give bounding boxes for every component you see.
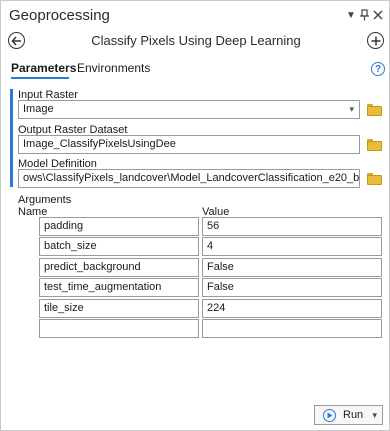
browse-folder-icon[interactable] <box>367 104 382 116</box>
argument-value-input[interactable]: False <box>202 258 382 277</box>
close-icon[interactable] <box>371 8 385 22</box>
pane-titlebar: Geoprocessing ▼ <box>1 1 390 31</box>
tool-title: Classify Pixels Using Deep Learning <box>91 33 301 48</box>
argument-value-input[interactable]: False <box>202 278 382 297</box>
pane-title: Geoprocessing <box>9 7 110 24</box>
argument-value-input[interactable]: 56 <box>202 217 382 236</box>
add-button[interactable] <box>367 32 384 49</box>
chevron-down-icon[interactable]: ▾ <box>372 410 377 421</box>
geoprocessing-pane: Geoprocessing ▼ Classify Pixels Using De… <box>0 0 390 431</box>
plus-icon <box>371 36 380 45</box>
browse-folder-icon[interactable] <box>367 173 382 185</box>
output-raster-value: Image_ClassifyPixelsUsingDee <box>23 138 176 150</box>
run-button[interactable]: Run ▾ <box>314 405 383 425</box>
input-raster-dropdown[interactable]: Image ▾ <box>18 100 360 119</box>
tab-environments[interactable]: Environments <box>77 61 150 75</box>
argument-value-input[interactable]: 4 <box>202 237 382 256</box>
required-params-bar <box>10 89 13 187</box>
tab-parameters[interactable]: Parameters <box>11 61 76 75</box>
pin-icon[interactable] <box>357 8 371 22</box>
output-raster-input[interactable]: Image_ClassifyPixelsUsingDee <box>18 135 360 154</box>
input-raster-value: Image <box>23 103 54 115</box>
argument-name-cell: batch_size <box>39 237 199 256</box>
model-definition-value: ows\ClassifyPixels_landcover\Model_Landc… <box>23 172 360 184</box>
argument-value-input[interactable]: 224 <box>202 299 382 318</box>
argument-name-cell: padding <box>39 217 199 236</box>
chevron-down-icon: ▾ <box>349 104 354 114</box>
back-button[interactable] <box>8 32 25 49</box>
arrow-left-icon <box>11 36 21 45</box>
argument-value-empty-cell[interactable] <box>202 319 382 338</box>
arguments-label: Arguments <box>18 194 72 206</box>
active-tab-indicator <box>11 77 69 79</box>
options-menu-icon[interactable]: ▼ <box>344 8 358 22</box>
tool-header: Classify Pixels Using Deep Learning <box>1 29 390 53</box>
argument-name-cell: tile_size <box>39 299 199 318</box>
tab-strip: Parameters Environments ? <box>1 59 390 79</box>
argument-name-cell: predict_background <box>39 258 199 277</box>
play-icon <box>323 408 336 422</box>
help-icon[interactable]: ? <box>371 62 385 76</box>
browse-folder-icon[interactable] <box>367 139 382 151</box>
model-definition-input[interactable]: ows\ClassifyPixels_landcover\Model_Landc… <box>18 169 360 188</box>
argument-name-cell: test_time_augmentation <box>39 278 199 297</box>
run-label: Run <box>343 409 364 421</box>
argument-name-empty-cell[interactable] <box>39 319 199 338</box>
